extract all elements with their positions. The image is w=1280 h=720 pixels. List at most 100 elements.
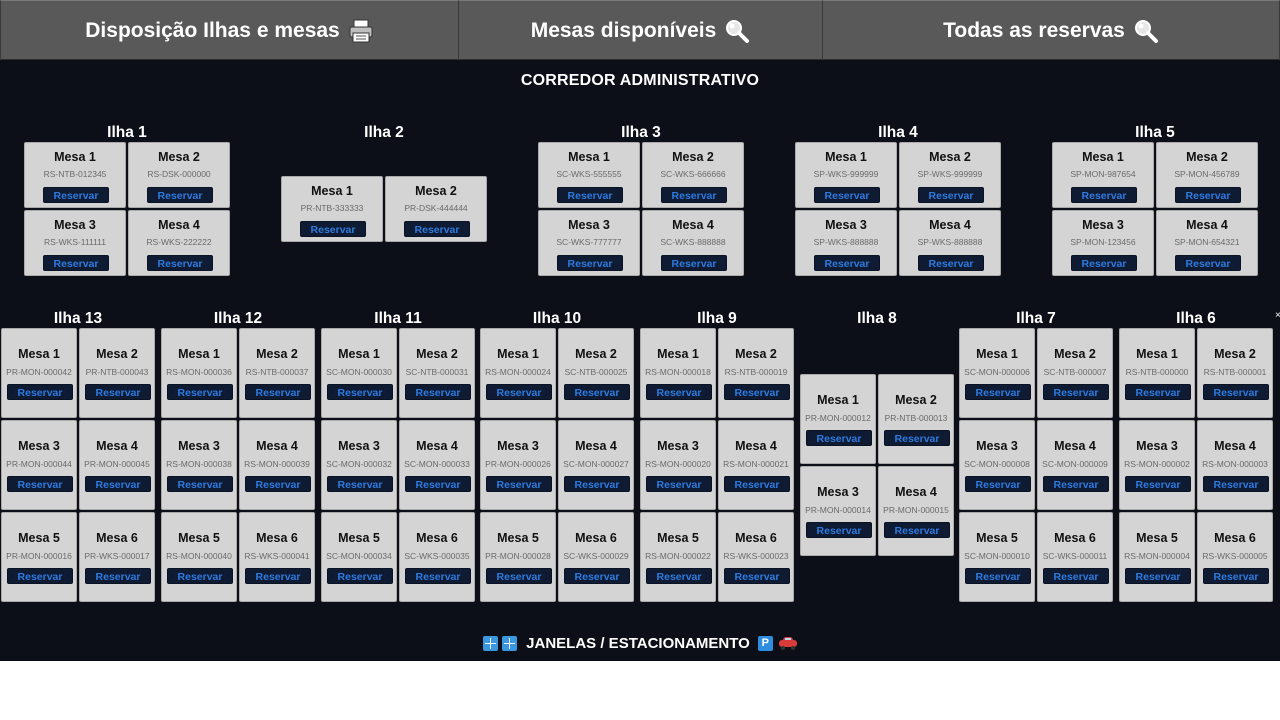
reserve-button[interactable]: Reservar [7,568,73,584]
desk-card: Mesa 1 RS-MON-000024 Reservar [480,328,556,418]
reserve-button[interactable]: Reservar [1175,187,1241,203]
reserve-button[interactable]: Reservar [724,476,790,492]
reserve-button[interactable]: Reservar [167,476,233,492]
reserve-button[interactable]: Reservar [884,430,950,446]
reserve-button[interactable]: Reservar [1043,568,1109,584]
reserve-button[interactable]: Reservar [806,430,872,446]
reserve-button[interactable]: Reservar [486,384,552,400]
asset-code: PR-MON-000014 [805,505,871,515]
reserve-button[interactable]: Reservar [147,255,213,271]
reserve-button[interactable]: Reservar [724,384,790,400]
reserve-button[interactable]: Reservar [245,476,311,492]
reserve-button[interactable]: Reservar [646,568,712,584]
reserve-button[interactable]: Reservar [1125,568,1191,584]
desk-card: Mesa 5 PR-MON-000028 Reservar [480,512,556,602]
reserve-button[interactable]: Reservar [564,384,630,400]
search-icon [1133,18,1159,44]
asset-code: SP-WKS-888888 [813,237,879,247]
desk-card: Mesa 2 RS-NTB-000001 Reservar [1197,328,1273,418]
reserve-button[interactable]: Reservar [327,476,393,492]
reserve-button[interactable]: Reservar [724,568,790,584]
island-title: Ilha 3 [621,124,661,141]
reserve-button[interactable]: Reservar [167,568,233,584]
reserve-button[interactable]: Reservar [1125,476,1191,492]
desk-name: Mesa 1 [568,150,610,164]
desk-card: Mesa 2 PR-DSK-444444 Reservar [385,176,487,242]
reserve-button[interactable]: Reservar [405,476,471,492]
desk-card: Mesa 3 PR-MON-000026 Reservar [480,420,556,510]
reserve-button[interactable]: Reservar [43,255,109,271]
reserve-button[interactable]: Reservar [85,568,151,584]
reserve-button[interactable]: Reservar [557,187,623,203]
tab-layout[interactable]: Disposição Ilhas e mesas [0,0,459,60]
reserve-button[interactable]: Reservar [43,187,109,203]
reserve-button[interactable]: Reservar [557,255,623,271]
reserve-button[interactable]: Reservar [85,384,151,400]
reserve-button[interactable]: Reservar [245,384,311,400]
reserve-button[interactable]: Reservar [1071,187,1137,203]
reserve-button[interactable]: Reservar [405,568,471,584]
reserve-button[interactable]: Reservar [646,476,712,492]
reserve-button[interactable]: Reservar [1071,255,1137,271]
reserve-button[interactable]: Reservar [884,522,950,538]
reserve-button[interactable]: Reservar [327,568,393,584]
asset-code: PR-MON-000042 [6,367,72,377]
tab-available-desks[interactable]: Mesas disponíveis [459,0,823,60]
reserve-button[interactable]: Reservar [1043,476,1109,492]
reserve-button[interactable]: Reservar [404,221,470,237]
reserve-button[interactable]: Reservar [814,255,880,271]
reserve-button[interactable]: Reservar [486,476,552,492]
reserve-button[interactable]: Reservar [7,476,73,492]
reserve-button[interactable]: Reservar [814,187,880,203]
reserve-button[interactable]: Reservar [147,187,213,203]
reserve-button[interactable]: Reservar [1203,476,1269,492]
desk-card: Mesa 6 SC-WKS-000035 Reservar [399,512,475,602]
asset-code: RS-DSK-000000 [147,169,211,179]
reserve-button[interactable]: Reservar [300,221,366,237]
desk-card: Mesa 4 RS-WKS-222222 Reservar [128,210,230,276]
asset-code: RS-MON-000004 [1124,551,1190,561]
desk-name: Mesa 4 [735,439,777,453]
reserve-button[interactable]: Reservar [646,384,712,400]
reserve-button[interactable]: Reservar [564,568,630,584]
reserve-button[interactable]: Reservar [167,384,233,400]
asset-code: RS-MON-000002 [1124,459,1190,469]
desk-card: Mesa 4 SC-MON-000009 Reservar [1037,420,1113,510]
reserve-button[interactable]: Reservar [1125,384,1191,400]
reserve-button[interactable]: Reservar [85,476,151,492]
reserve-button[interactable]: Reservar [1203,568,1269,584]
reserve-button[interactable]: Reservar [965,384,1031,400]
reserve-button[interactable]: Reservar [1175,255,1241,271]
island-title: Ilha 4 [878,124,918,141]
desk-name: Mesa 5 [497,531,539,545]
tab-all-reservations[interactable]: Todas as reservas [823,0,1280,60]
reserve-button[interactable]: Reservar [918,187,984,203]
tab-layout-label: Disposição Ilhas e mesas [85,18,340,42]
reserve-button[interactable]: Reservar [7,384,73,400]
desk-card: Mesa 6 RS-WKS-000005 Reservar [1197,512,1273,602]
tab-available-desks-label: Mesas disponíveis [530,18,717,42]
asset-code: PR-MON-000012 [805,413,871,423]
asset-code: SC-MON-000006 [964,367,1030,377]
desk-name: Mesa 1 [311,184,353,198]
desk-name: Mesa 6 [96,531,138,545]
reserve-button[interactable]: Reservar [405,384,471,400]
reserve-button[interactable]: Reservar [564,476,630,492]
reserve-button[interactable]: Reservar [965,568,1031,584]
reserve-button[interactable]: Reservar [965,476,1031,492]
reserve-button[interactable]: Reservar [327,384,393,400]
desk-card: Mesa 2 PR-NTB-000043 Reservar [79,328,155,418]
asset-code: RS-MON-000038 [166,459,232,469]
asset-code: RS-MON-000024 [485,367,551,377]
reserve-button[interactable]: Reservar [661,187,727,203]
reserve-button[interactable]: Reservar [918,255,984,271]
island-title: Ilha 6 [1176,310,1216,327]
reserve-button[interactable]: Reservar [486,568,552,584]
reserve-button[interactable]: Reservar [1043,384,1109,400]
reserve-button[interactable]: Reservar [661,255,727,271]
desk-name: Mesa 2 [735,347,777,361]
island-title: Ilha 2 [364,124,404,141]
reserve-button[interactable]: Reservar [1203,384,1269,400]
reserve-button[interactable]: Reservar [245,568,311,584]
reserve-button[interactable]: Reservar [806,522,872,538]
